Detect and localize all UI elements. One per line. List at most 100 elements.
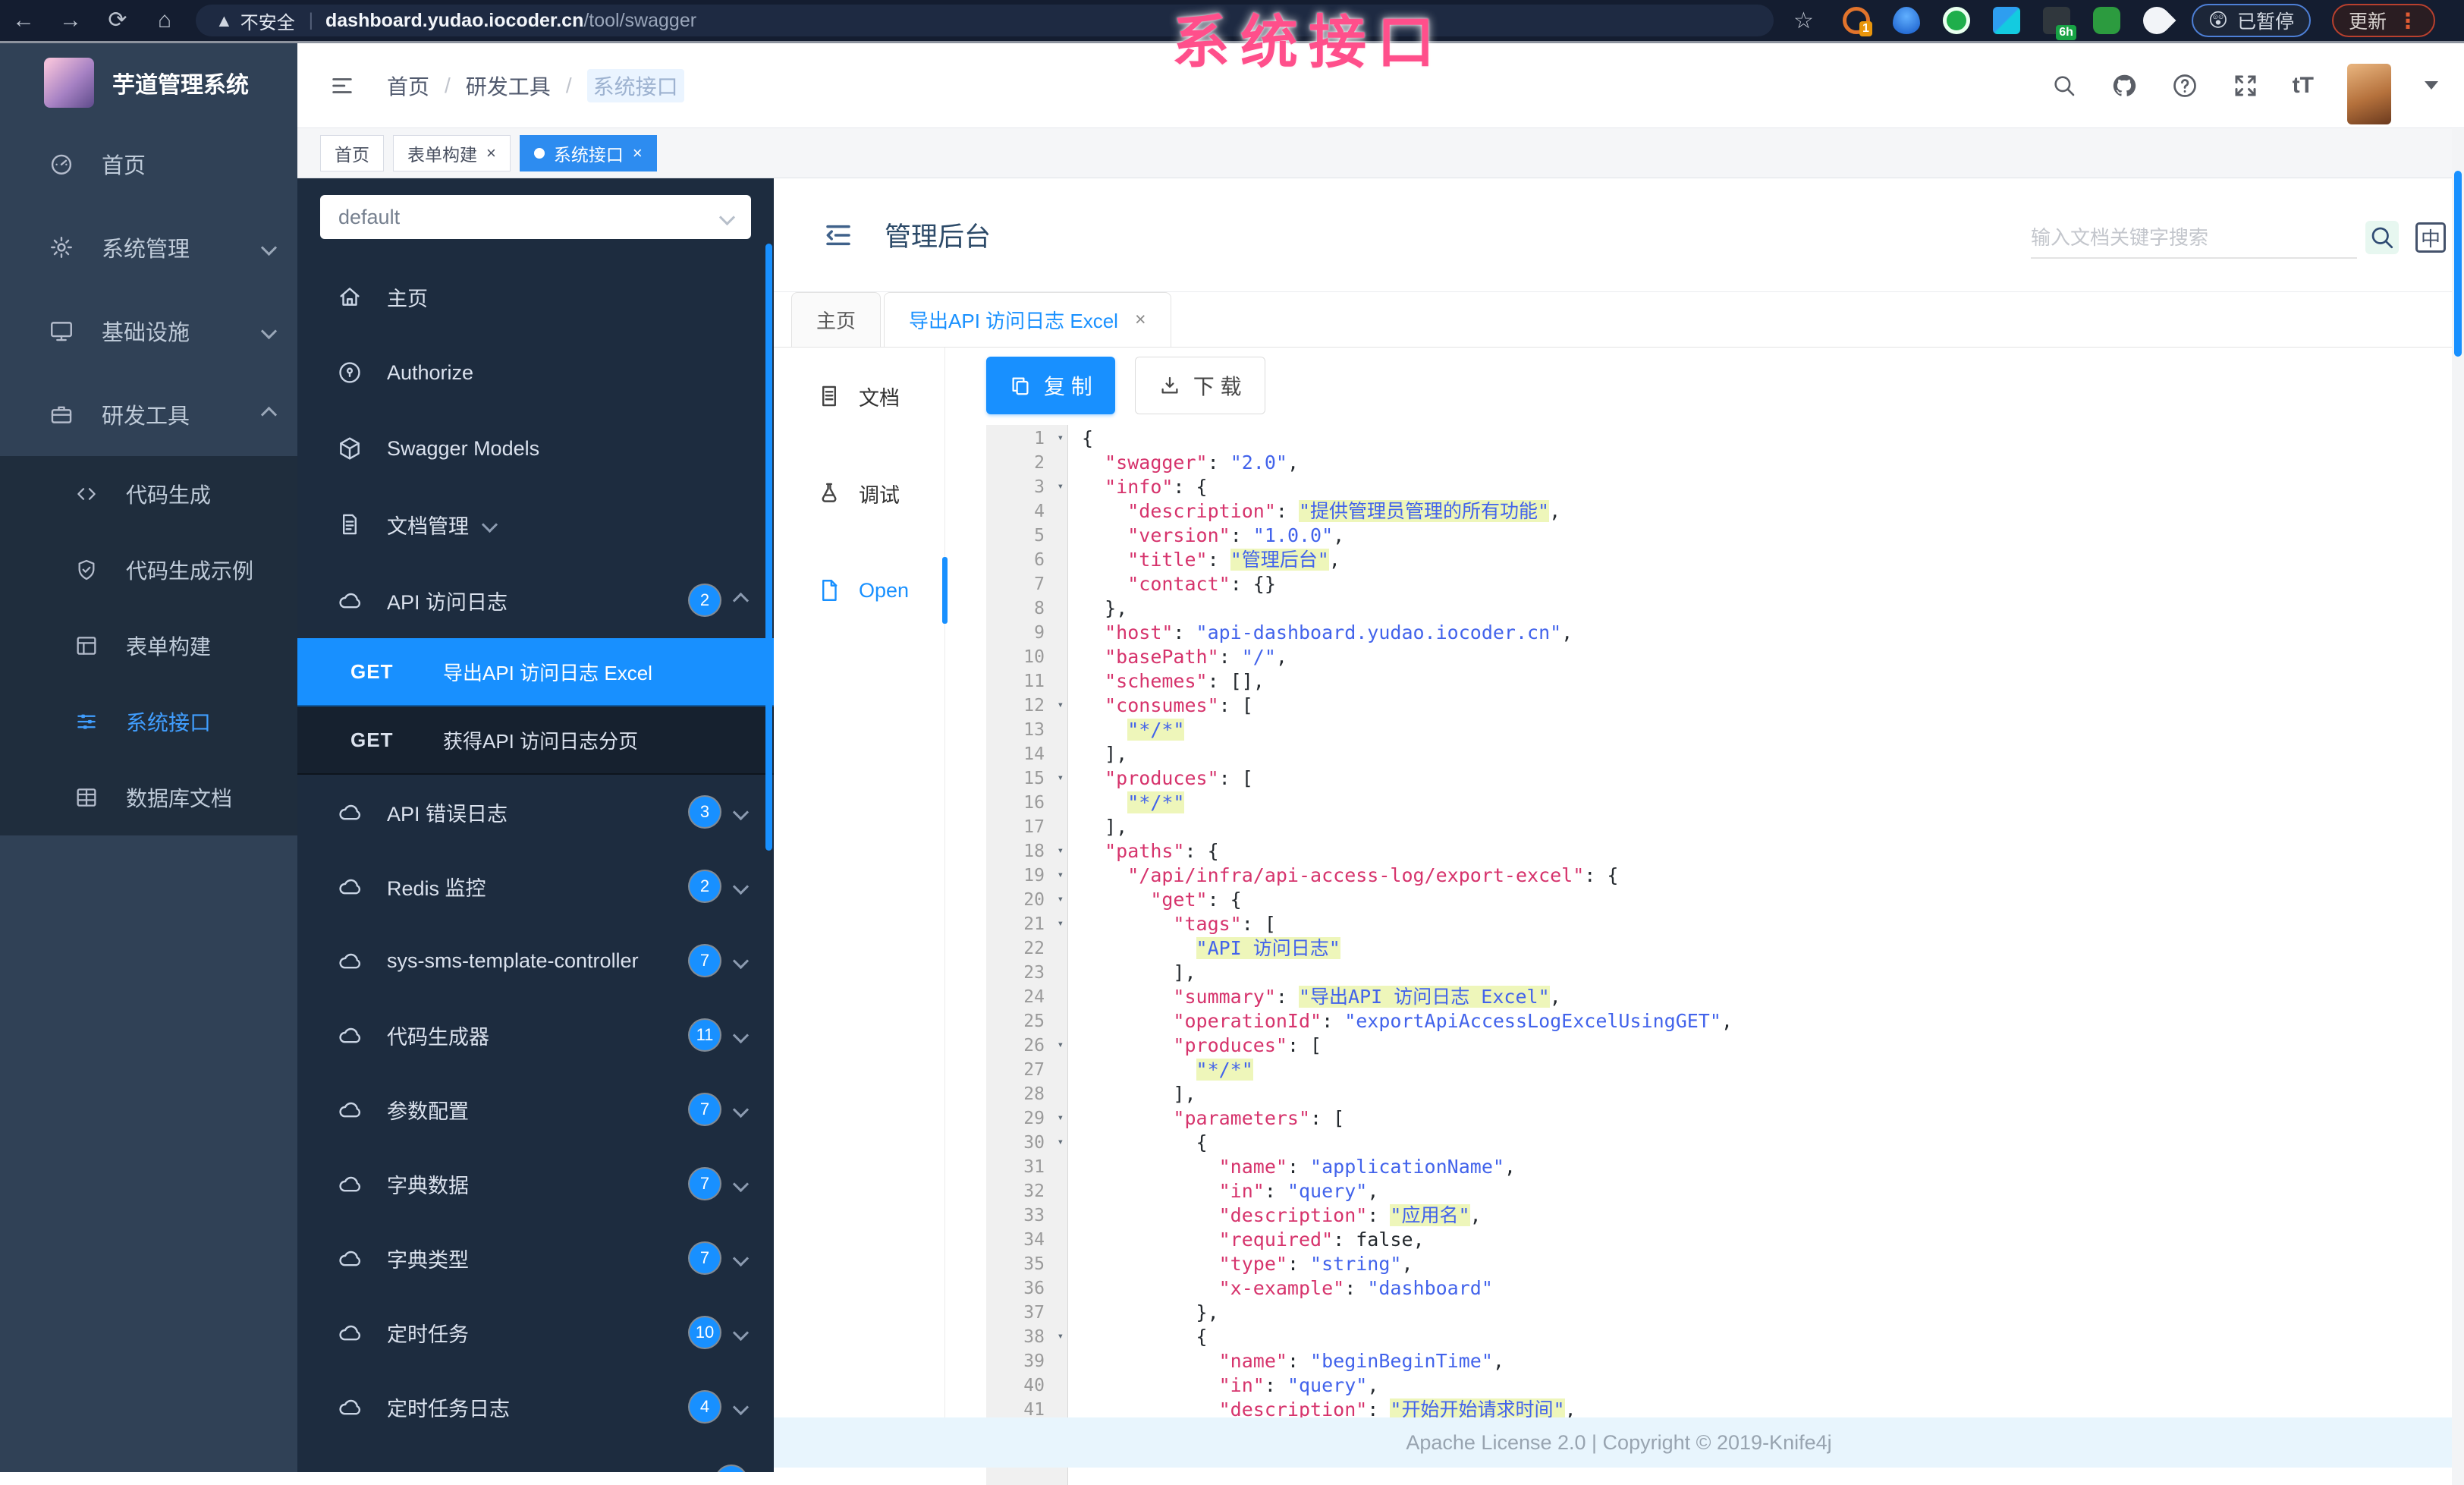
page-scrollbar-thumb[interactable] xyxy=(2454,171,2462,357)
extension-icon-grid[interactable] xyxy=(1992,7,2020,34)
api-menu-label: 定时任务 xyxy=(387,1323,469,1346)
page-scrollbar[interactable] xyxy=(2452,129,2464,1485)
tab-系统接口[interactable]: 系统接口 × xyxy=(519,134,657,171)
github-icon[interactable] xyxy=(2110,72,2138,99)
language-icon[interactable]: 中 xyxy=(2415,222,2446,253)
help-icon[interactable] xyxy=(2171,72,2198,99)
api-menu-item-定时任务[interactable]: 定时任务 10 xyxy=(297,1295,774,1370)
api-menu-item-API 访问日志[interactable]: API 访问日志 2 xyxy=(297,562,774,638)
tab-表单构建[interactable]: 表单构建 × xyxy=(393,134,511,171)
editor-code-line: "info": { xyxy=(1105,476,1208,498)
sidebar-subitem-代码生成[interactable]: 代码生成 xyxy=(0,456,297,532)
font-size-icon[interactable]: tT xyxy=(2293,73,2314,99)
api-menu-item-参数配置[interactable]: 参数配置 7 xyxy=(297,1072,774,1147)
extension-icon-orange[interactable]: 1 xyxy=(1842,7,1872,36)
fold-caret-icon[interactable]: ▾ xyxy=(1058,1106,1064,1130)
sidebar-scrollbar[interactable] xyxy=(765,244,772,851)
hamburger-icon[interactable] xyxy=(329,73,355,99)
sidebar-subitem-数据库文档[interactable]: 数据库文档 xyxy=(0,760,297,835)
sidebar-subitem-表单构建[interactable]: 表单构建 xyxy=(0,608,297,684)
breadcrumb: 首页 / 研发工具 / 系统接口 xyxy=(387,68,684,102)
app-logo[interactable]: 芋道管理系统 xyxy=(0,43,297,122)
editor-code-line: "*/*" xyxy=(1127,719,1185,741)
tab-首页[interactable]: 首页 xyxy=(320,134,384,171)
api-operation-获得API 访问日志分页[interactable]: GET 获得API 访问日志分页 xyxy=(297,706,774,775)
browser-forward-button[interactable]: → xyxy=(47,0,94,41)
gear-icon xyxy=(49,234,74,260)
browser-home-button[interactable]: ⌂ xyxy=(141,0,188,41)
api-menu-item-字典类型[interactable]: 字典类型 7 xyxy=(297,1221,774,1295)
browser-address-bar[interactable]: ▲ 不安全 | dashboard.yudao.iocoder.cn /tool… xyxy=(196,5,1774,36)
breadcrumb-item[interactable]: 首页 xyxy=(387,71,429,101)
sidebar-item-首页[interactable]: 首页 xyxy=(0,122,297,206)
extension-icon-dark[interactable]: 6h xyxy=(2042,7,2076,40)
fullscreen-icon[interactable] xyxy=(2232,72,2259,99)
sidebar-item-研发工具[interactable]: 研发工具 xyxy=(0,373,297,456)
editor-line-number: 12 ▾ xyxy=(986,694,1067,718)
breadcrumb-item[interactable]: 研发工具 xyxy=(466,71,551,101)
fold-caret-icon[interactable]: ▾ xyxy=(1058,766,1064,790)
editor-line-number: 30 ▾ xyxy=(986,1131,1067,1155)
fold-caret-icon[interactable]: ▾ xyxy=(1058,693,1064,717)
api-doc-menu: 主页 Authorize Swagger Models 文档管理 API 访问日志 2 xyxy=(297,259,774,638)
editor-line-number: 20 ▾ xyxy=(986,888,1067,912)
fold-caret-icon[interactable]: ▾ xyxy=(1058,474,1064,499)
sidebar-subitem-系统接口[interactable]: 系统接口 xyxy=(0,684,297,760)
security-label[interactable]: 不安全 xyxy=(240,8,295,34)
side-tab-文档[interactable]: 文档 xyxy=(774,348,944,445)
fold-caret-icon[interactable]: ▾ xyxy=(1058,838,1064,863)
api-doc-main: 管理后台 输入文档关键字搜索 中 主页 导出API 访问日志 Excel × 文档调… xyxy=(774,178,2464,1485)
editor-line-number: 22 xyxy=(1023,939,1045,958)
api-menu-item-Redis 监控[interactable]: Redis 监控 2 xyxy=(297,849,774,923)
browser-reload-button[interactable]: ⟳ xyxy=(94,0,141,41)
fold-caret-icon[interactable]: ▾ xyxy=(1058,911,1064,936)
sidebar-subitem-代码生成示例[interactable]: 代码生成示例 xyxy=(0,532,297,608)
sidebar-item-基础设施[interactable]: 基础设施 xyxy=(0,289,297,373)
api-group-select[interactable]: default xyxy=(320,195,751,239)
side-tab-Open[interactable]: Open xyxy=(774,542,944,639)
api-menu-item-定时任务日志[interactable]: 定时任务日志 4 xyxy=(297,1370,774,1444)
doc-search-icon[interactable] xyxy=(2365,221,2399,254)
api-operation-导出API 访问日志 Excel[interactable]: GET 导出API 访问日志 Excel xyxy=(297,638,774,706)
close-icon[interactable]: × xyxy=(633,143,643,163)
fold-caret-icon[interactable]: ▾ xyxy=(1058,426,1064,450)
api-menu-item-主页[interactable]: 主页 xyxy=(297,259,774,335)
extension-icon-star[interactable] xyxy=(2137,1,2176,40)
fold-caret-icon[interactable]: ▾ xyxy=(1058,1130,1064,1154)
doc-tab-主页[interactable]: 主页 xyxy=(791,292,882,347)
browser-back-button[interactable]: ← xyxy=(0,0,47,41)
user-avatar[interactable] xyxy=(2347,63,2391,124)
close-icon[interactable]: × xyxy=(1135,309,1146,331)
menu-fold-icon[interactable] xyxy=(822,219,854,251)
search-icon[interactable] xyxy=(2051,73,2077,99)
extension-icon-green[interactable] xyxy=(2092,7,2120,34)
bookmark-star-icon[interactable]: ☆ xyxy=(1793,8,1814,34)
copy-button[interactable]: 复 制 xyxy=(986,357,1115,414)
doc-search-input[interactable]: 输入文档关键字搜索 xyxy=(2031,215,2357,259)
extension-icon-green-circle[interactable] xyxy=(1942,7,1970,34)
fold-caret-icon[interactable]: ▾ xyxy=(1058,863,1064,887)
fold-caret-icon[interactable]: ▾ xyxy=(1058,1033,1064,1057)
side-tab-调试[interactable]: 调试 xyxy=(774,445,944,542)
api-menu-item-API 错误日志[interactable]: API 错误日志 3 xyxy=(297,775,774,849)
api-menu-item-文档管理[interactable]: 文档管理 xyxy=(297,486,774,562)
api-menu-item-Swagger Models[interactable]: Swagger Models xyxy=(297,411,774,486)
fold-caret-icon[interactable]: ▾ xyxy=(1058,887,1064,911)
browser-menu-icon[interactable]: ⋮ xyxy=(2397,8,2418,33)
profile-paused-chip[interactable]: 😲 已暂停 xyxy=(2191,4,2311,37)
browser-update-button[interactable]: 更新 ⋮ xyxy=(2331,4,2435,37)
fold-caret-icon[interactable]: ▾ xyxy=(1058,1324,1064,1348)
extension-icon-blue-pin[interactable] xyxy=(1892,7,1920,34)
download-button[interactable]: 下 载 xyxy=(1134,357,1265,414)
close-icon[interactable]: × xyxy=(486,143,496,163)
api-menu-item-字典数据[interactable]: 字典数据 7 xyxy=(297,1147,774,1221)
api-menu-item-sys-sms-template-controller[interactable]: sys-sms-template-controller 7 xyxy=(297,923,774,998)
side-tab-label: Open xyxy=(859,578,910,602)
api-menu-item-Authorize[interactable]: Authorize xyxy=(297,335,774,411)
user-menu-caret-icon[interactable] xyxy=(2425,81,2438,90)
sidebar-item-系统管理[interactable]: 系统管理 xyxy=(0,206,297,289)
doc-tab-导出API 访问日志 Excel[interactable]: 导出API 访问日志 Excel × xyxy=(884,292,1171,347)
api-menu-item-代码生成器[interactable]: 代码生成器 11 xyxy=(297,998,774,1072)
json-editor[interactable]: 1 ▾ 2 3 ▾ 4 5 6 7 8 9 10 11 12 ▾ 13 14 15 ▾ 16 17 18 ▾ 19 ▾ 20 ▾ 21… xyxy=(986,425,2447,1485)
api-menu-item-partial[interactable] xyxy=(297,1444,774,1472)
